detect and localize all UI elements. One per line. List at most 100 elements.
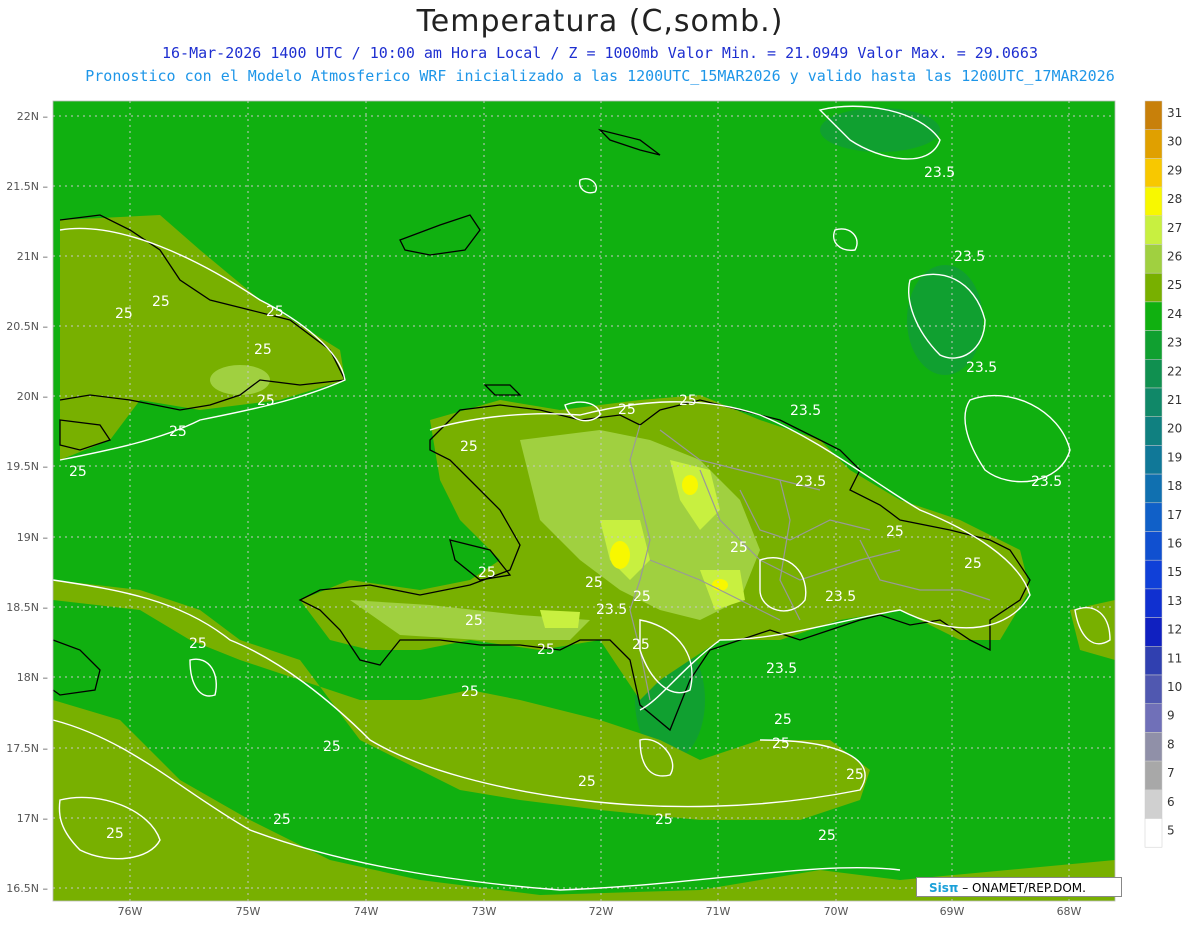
- credit-box: Sisπ – ONAMET/REP.DOM.: [916, 877, 1122, 897]
- sispi-logo: Sisπ: [929, 881, 959, 895]
- contour-label: 25: [632, 637, 650, 653]
- lon-label: 68W: [1057, 905, 1082, 918]
- colorbar-swatch: [1144, 473, 1163, 504]
- colorbar-swatch: [1144, 531, 1163, 561]
- contour-label: 25: [106, 826, 124, 842]
- colorbar-label: 7: [1167, 766, 1175, 780]
- contour-label: 25: [585, 575, 603, 591]
- colorbar-swatch: [1144, 760, 1163, 791]
- colorbar-label: 9: [1167, 709, 1175, 723]
- colorbar-label: 13: [1167, 594, 1182, 608]
- colorbar-swatch: [1144, 502, 1163, 532]
- lat-label: 21.5N –: [6, 180, 48, 193]
- colorbar-label: 20: [1167, 422, 1182, 436]
- lat-label: 18.5N –: [6, 601, 48, 614]
- temperature-map: 25 25 25 25 25 25 25 25 25 25 25 25 25 25 25 25 25 25 25 25…: [6, 100, 1182, 918]
- contour-label: 25: [846, 767, 864, 783]
- contour-label: 25: [189, 636, 207, 652]
- contour-label: 23.5: [790, 403, 821, 419]
- colorbar-label: 10: [1167, 680, 1182, 694]
- colorbar-swatch: [1144, 818, 1163, 848]
- contour-label: 25: [730, 540, 748, 556]
- colorbar-label: 16: [1167, 537, 1182, 551]
- colorbar-swatch: [1144, 674, 1163, 704]
- lon-label: 75W: [236, 905, 261, 918]
- colorbar-label: 5: [1167, 824, 1175, 838]
- contour-label: 25: [578, 774, 596, 790]
- lon-label: 70W: [824, 905, 849, 918]
- colorbar-label: 21: [1167, 393, 1182, 407]
- colorbar-swatch: [1144, 215, 1163, 245]
- contour-label: 25: [618, 402, 636, 418]
- contour-label: 25: [115, 306, 133, 322]
- colorbar-swatch: [1144, 617, 1163, 647]
- colorbar-label: 6: [1167, 795, 1175, 809]
- latitude-labels: 22N – 21.5N – 21N – 20.5N – 20N – 19.5N – 19N …: [6, 110, 48, 895]
- lat-label: 16.5N –: [6, 882, 48, 895]
- contour-label: 25: [461, 684, 479, 700]
- contour-label: 25: [886, 524, 904, 540]
- contour-label: 23.5: [766, 661, 797, 677]
- lat-label: 21N –: [17, 250, 48, 263]
- colorbar-swatch: [1144, 789, 1163, 819]
- colorbar-swatch: [1144, 244, 1163, 274]
- colorbar-label: 15: [1167, 565, 1182, 579]
- colorbar-swatch: [1144, 646, 1163, 676]
- contour-label: 23.5: [966, 360, 997, 376]
- colorbar-label: 23: [1167, 336, 1182, 350]
- contour-label: 25: [460, 439, 478, 455]
- contour-label: 23.5: [795, 474, 826, 490]
- lon-label: 69W: [940, 905, 965, 918]
- lon-label: 74W: [354, 905, 379, 918]
- colorbar-swatch: [1144, 559, 1163, 590]
- colorbar-label: 26: [1167, 250, 1182, 264]
- lat-label: 20N –: [17, 390, 48, 403]
- colorbar-label: 22: [1167, 364, 1182, 378]
- lon-label: 71W: [706, 905, 731, 918]
- colorbar-label: 30: [1167, 135, 1182, 149]
- lon-label: 76W: [118, 905, 143, 918]
- lat-label: 17.5N –: [6, 742, 48, 755]
- colorbar-label: 18: [1167, 479, 1182, 493]
- contour-label: 25: [679, 393, 697, 409]
- contour-label: 25: [465, 613, 483, 629]
- colorbar-label: 31: [1167, 106, 1182, 120]
- colorbar-label: 27: [1167, 221, 1182, 235]
- colorbar-swatch: [1144, 330, 1163, 360]
- lon-label: 73W: [472, 905, 497, 918]
- colorbar-label: 24: [1167, 307, 1182, 321]
- lon-label: 72W: [589, 905, 614, 918]
- lat-label: 22N –: [17, 110, 48, 123]
- contour-label: 25: [254, 342, 272, 358]
- colorbar-swatch: [1144, 703, 1163, 733]
- credit-text: – ONAMET/REP.DOM.: [962, 881, 1086, 895]
- colorbar-swatch: [1144, 732, 1163, 762]
- colorbar-swatch: [1144, 301, 1163, 331]
- colorbar-label: 17: [1167, 508, 1182, 522]
- lat-label: 19N –: [17, 531, 48, 544]
- contour-label: 25: [774, 712, 792, 728]
- colorbar-label: 12: [1167, 623, 1182, 637]
- contour-label: 25: [169, 424, 187, 440]
- lat-label: 18N –: [17, 671, 48, 684]
- colorbar-swatch: [1144, 588, 1163, 618]
- colorbar-label: 19: [1167, 450, 1182, 464]
- colorbar-label: 11: [1167, 651, 1182, 665]
- colorbar-swatch: [1144, 359, 1163, 389]
- longitude-labels: 76W 75W 74W 73W 72W 71W 70W 69W 68W: [118, 905, 1082, 918]
- colorbar-swatch: [1144, 445, 1163, 475]
- contour-label: 25: [152, 294, 170, 310]
- colorbar-swatch: [1144, 158, 1163, 188]
- colorbar-label: 28: [1167, 192, 1182, 206]
- contour-label: 25: [69, 464, 87, 480]
- colorbar: 31 30 29 28 27 26 25 24 23 22 21 20 19 18 17 16 15 13 12 11…: [1144, 100, 1182, 848]
- colorbar-swatch: [1144, 416, 1163, 446]
- lat-label: 17N –: [17, 812, 48, 825]
- colorbar-swatch: [1144, 272, 1163, 303]
- colorbar-swatch: [1144, 129, 1163, 159]
- colorbar-swatch: [1144, 100, 1163, 130]
- contour-label: 23.5: [954, 249, 985, 265]
- contour-label: 25: [818, 828, 836, 844]
- contour-label: 25: [257, 393, 275, 409]
- lat-label: 19.5N –: [6, 460, 48, 473]
